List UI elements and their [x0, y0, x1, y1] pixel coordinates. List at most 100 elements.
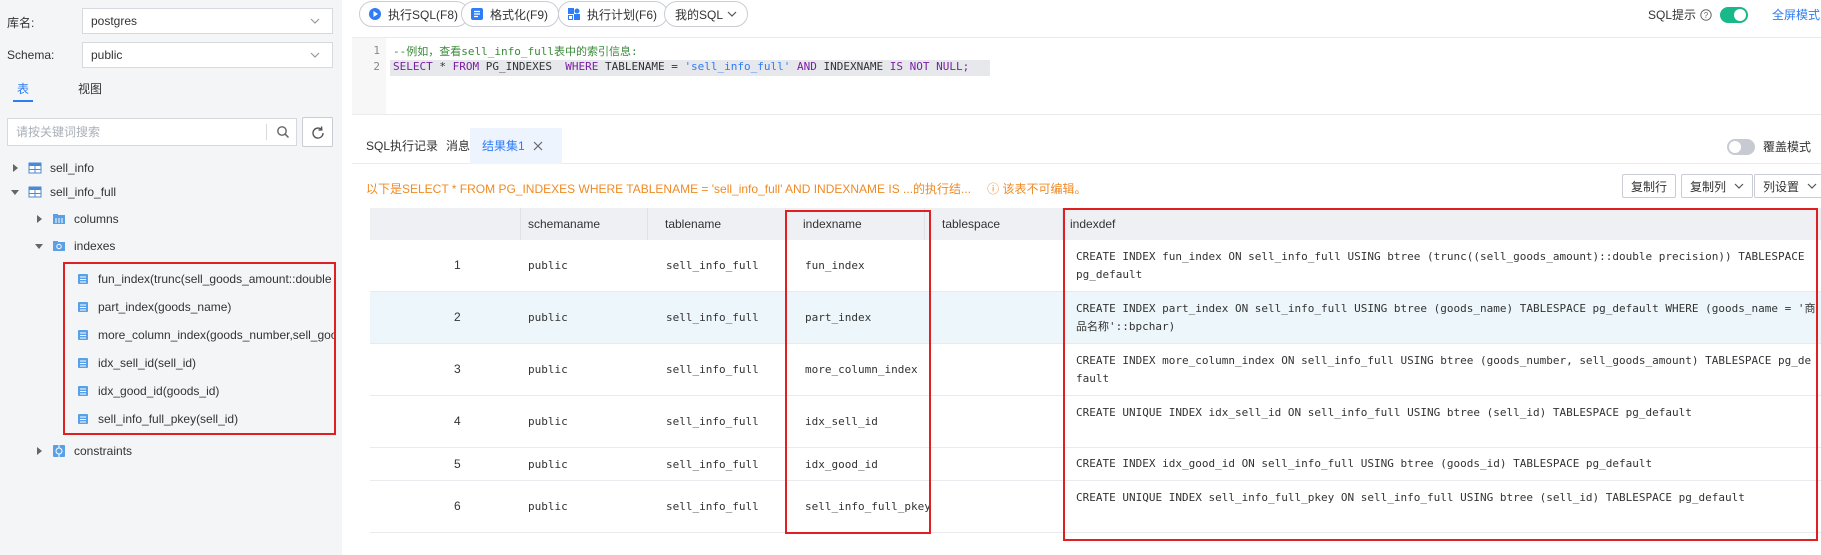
execution-plan-button[interactable]: 执行计划(F6) [558, 1, 668, 27]
plan-icon [568, 8, 580, 20]
db-label: 库名: [7, 16, 35, 30]
result-summary: 以下是SELECT * FROM PG_INDEXES WHERE TABLEN… [366, 180, 1086, 197]
refresh-button[interactable] [302, 117, 333, 147]
constraint-icon [53, 445, 65, 457]
format-button[interactable]: 格式化(F9) [461, 1, 559, 27]
column-header-schemaname[interactable]: schemaname [528, 217, 600, 231]
format-icon [471, 8, 483, 20]
chevron-down-icon [727, 11, 737, 17]
row-number: 5 [454, 457, 461, 471]
sql-keyword: NULL; [929, 60, 970, 73]
column-header-tablespace[interactable]: tablespace [942, 217, 1000, 231]
cell-schemaname: public [528, 458, 568, 471]
tree-node-constraints[interactable]: constraints [34, 440, 132, 462]
database-select[interactable]: postgres [82, 8, 333, 34]
search-input[interactable] [8, 119, 258, 145]
sql-keyword: FROM [452, 60, 480, 73]
row-number: 6 [454, 499, 461, 513]
sql-workspace: 执行SQL(F8) 格式化(F9) 执行计划(F6) 我的SQL SQL提示 ?… [352, 0, 1821, 555]
sql-keyword: NOT [903, 60, 930, 73]
line-number: 1 [373, 44, 380, 57]
search-box [7, 118, 297, 146]
line-number: 2 [373, 60, 380, 73]
tab-tables[interactable]: 表 [12, 80, 34, 102]
tree-node-indexes[interactable]: indexes [34, 235, 115, 257]
tab-views[interactable]: 视图 [78, 80, 102, 97]
sql-hint-toggle[interactable] [1720, 6, 1749, 23]
tab-messages[interactable]: 消息 [446, 137, 470, 154]
cell-schemaname: public [528, 415, 568, 428]
tree-label: sell_info [50, 161, 95, 175]
sql-keyword: SELECT [393, 60, 433, 73]
tree-node-sell-info-full[interactable]: sell_info_full [10, 181, 116, 203]
my-sql-label: 我的SQL [675, 7, 724, 22]
sql-keyword: WHERE [565, 60, 599, 73]
column-header-tablename[interactable]: tablename [665, 217, 721, 231]
row-number: 3 [454, 362, 461, 376]
chevron-down-icon [310, 18, 320, 24]
annotation-highlight-index-list [63, 262, 336, 435]
tab-resultset-1[interactable]: 结果集1 [482, 137, 525, 154]
sql-keyword: IS [889, 60, 904, 73]
code-comment: --例如，查看sell_info_full表中的索引信息: [393, 45, 638, 58]
cell-schemaname: public [528, 311, 568, 324]
annotation-highlight-indexname [785, 210, 931, 534]
copy-row-label: 复制行 [1631, 179, 1668, 194]
cover-mode-control: 覆盖模式 [1727, 138, 1811, 155]
sql-editor[interactable]: 1 2 --例如，查看sell_info_full表中的索引信息: SELECT… [352, 37, 1821, 115]
copy-column-dropdown[interactable]: 复制列 [1681, 174, 1754, 198]
caret-down-icon[interactable] [34, 241, 44, 251]
column-divider [520, 208, 521, 240]
row-number: 1 [454, 258, 461, 272]
caret-right-icon[interactable] [34, 214, 44, 224]
tree-node-sell-info[interactable]: sell_info [10, 157, 94, 179]
sql-hint-control: SQL提示 ? [1648, 6, 1749, 23]
caret-right-icon[interactable] [34, 446, 44, 456]
sql-string: 'sell_info_full' [684, 60, 791, 73]
folder-icon [53, 241, 65, 251]
caret-right-icon[interactable] [10, 163, 20, 173]
cell-tablename: sell_info_full [666, 311, 759, 324]
cell-tablename: sell_info_full [666, 363, 759, 376]
tree-node-columns[interactable]: columns [34, 208, 119, 230]
code-sql-statement: SELECT * FROM PG_INDEXES WHERE TABLENAME… [393, 60, 969, 73]
execute-sql-button[interactable]: 执行SQL(F8) [359, 1, 470, 27]
svg-text:?: ? [1704, 11, 1709, 20]
cover-mode-label: 覆盖模式 [1763, 140, 1812, 154]
cover-mode-toggle[interactable] [1727, 138, 1755, 155]
copy-column-label: 复制列 [1690, 179, 1727, 194]
column-settings-dropdown[interactable]: 列设置 [1754, 174, 1821, 198]
tree-label: constraints [74, 444, 133, 458]
sql-hint-label: SQL提示 [1648, 8, 1697, 22]
cell-schemaname: public [528, 363, 568, 376]
copy-row-button[interactable]: 复制行 [1622, 174, 1677, 198]
schema-select-value: public [91, 48, 123, 62]
tree-label: columns [74, 212, 119, 226]
search-icon[interactable] [276, 125, 290, 139]
help-icon[interactable]: ? [1700, 8, 1712, 21]
schema-select[interactable]: public [82, 42, 333, 68]
chevron-down-icon [1734, 183, 1744, 189]
play-icon [369, 8, 381, 20]
tab-sql-history[interactable]: SQL执行记录 [366, 137, 438, 154]
search-divider [266, 124, 267, 140]
caret-down-icon[interactable] [10, 187, 20, 197]
cell-tablename: sell_info_full [666, 415, 759, 428]
row-number: 2 [454, 310, 461, 324]
close-icon[interactable] [533, 141, 543, 151]
object-browser-panel: 库名: postgres Schema: public 表 视图 sell_in… [0, 0, 342, 555]
result-tabs: SQL执行记录 消息 结果集1 覆盖模式 [352, 128, 1821, 164]
table-icon [28, 162, 42, 174]
table-icon [28, 186, 42, 198]
cell-schemaname: public [528, 259, 568, 272]
tree-label: indexes [74, 239, 116, 253]
row-number: 4 [454, 414, 461, 428]
fullscreen-link[interactable]: 全屏模式 [1772, 6, 1820, 23]
refresh-icon [312, 126, 324, 139]
tree-label: sell_info_full [50, 185, 117, 199]
read-only-warning: 该表不可编辑。 [1002, 182, 1087, 196]
line-number-gutter: 1 2 [352, 38, 386, 114]
sql-token: TABLENAME = [598, 60, 685, 73]
cell-tablename: sell_info_full [666, 500, 759, 513]
my-sql-dropdown[interactable]: 我的SQL [664, 1, 749, 27]
